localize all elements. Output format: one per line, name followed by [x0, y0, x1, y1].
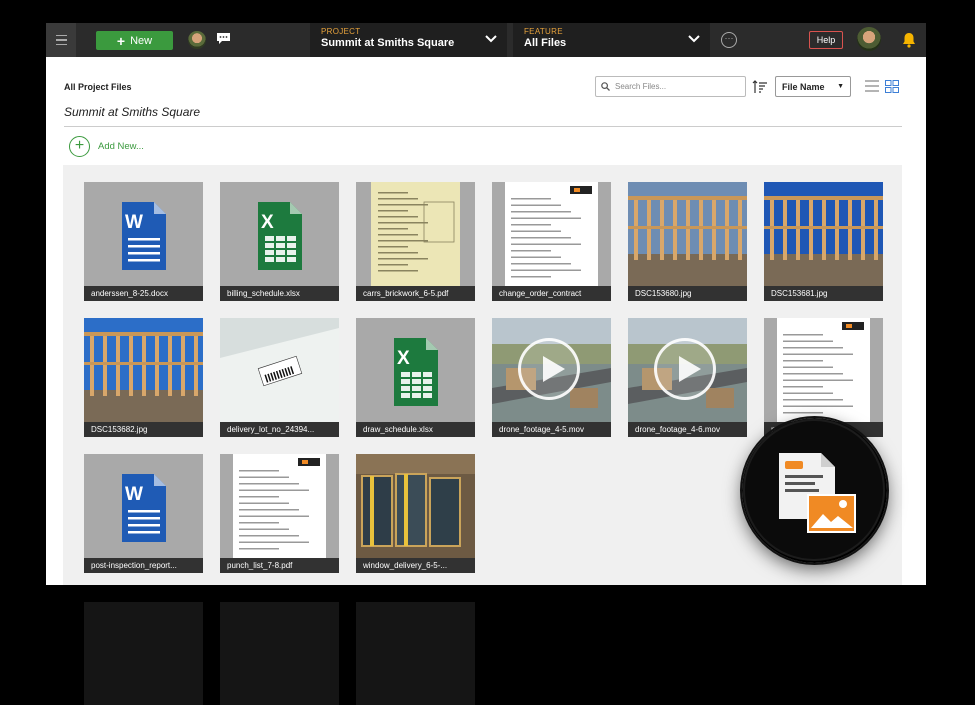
top-bar: + New PROJECT Summit at Smiths Square FE…: [46, 23, 926, 57]
file-name: drone_footage_4-6.mov: [628, 422, 747, 437]
file-name: post-inspection_report...: [84, 558, 203, 573]
list-view-icon[interactable]: [865, 80, 879, 92]
play-icon[interactable]: [518, 338, 580, 400]
reflection: [46, 590, 926, 705]
file-thumbnail: [764, 182, 883, 286]
project-selector-value: Summit at Smiths Square: [321, 37, 455, 49]
plus-circle-icon: +: [69, 135, 90, 157]
file-thumbnail: [220, 318, 339, 422]
feature-selector[interactable]: FEATURE All Files: [513, 23, 710, 57]
file-thumbnail: X: [220, 182, 339, 286]
file-tile[interactable]: window_delivery_6-5-...: [356, 454, 475, 573]
file-name: punch_list_7-8.pdf: [220, 558, 339, 573]
file-tile[interactable]: change_order_contract: [492, 182, 611, 301]
file-thumbnail: [220, 454, 339, 558]
search-input[interactable]: [615, 79, 743, 94]
file-tile[interactable]: DSC153681.jpg: [764, 182, 883, 301]
file-thumbnail: [356, 182, 475, 286]
reflection-tile: [84, 602, 203, 705]
file-name: DSC153681.jpg: [764, 286, 883, 301]
add-new-button[interactable]: + Add New...: [69, 135, 144, 157]
hamburger-icon[interactable]: [46, 23, 76, 57]
file-name: DSC153682.jpg: [84, 422, 203, 437]
document-image-icon: [742, 418, 887, 563]
chat-icon[interactable]: [216, 32, 231, 45]
project-selector[interactable]: PROJECT Summit at Smiths Square: [310, 23, 507, 57]
svg-text:X: X: [397, 348, 410, 369]
file-tile[interactable]: delivery_lot_no_24394...: [220, 318, 339, 437]
bell-icon[interactable]: [902, 32, 916, 48]
sort-icon[interactable]: [752, 79, 768, 95]
svg-text:X: X: [261, 212, 274, 233]
file-thumbnail: [492, 182, 611, 286]
file-thumbnail: [764, 318, 883, 422]
reflection-tile: [220, 602, 339, 705]
file-tile[interactable]: DSC153680.jpg: [628, 182, 747, 301]
search-icon: [601, 82, 610, 91]
file-thumbnail: [356, 454, 475, 558]
file-tile[interactable]: DSC153682.jpg: [84, 318, 203, 437]
chevron-down-icon: [485, 35, 497, 43]
grid-view-icon[interactable]: [885, 80, 899, 93]
file-thumbnail: W: [84, 454, 203, 558]
file-name: anderssen_8-25.docx: [84, 286, 203, 301]
feature-selector-label: FEATURE: [524, 27, 563, 36]
plus-icon: +: [116, 32, 126, 49]
breadcrumb: All Project Files: [64, 82, 132, 92]
file-name: window_delivery_6-5-...: [356, 558, 475, 573]
chevron-down-icon: [688, 35, 700, 43]
file-tile[interactable]: punch_list_7-8.pdf: [220, 454, 339, 573]
sort-select-value: File Name: [782, 82, 825, 92]
file-tile[interactable]: Xdraw_schedule.xlsx: [356, 318, 475, 437]
file-name: change_order_contract: [492, 286, 611, 301]
file-tile[interactable]: Wanderssen_8-25.docx: [84, 182, 203, 301]
file-thumbnail: W: [84, 182, 203, 286]
user-avatar[interactable]: [857, 27, 881, 51]
page-title: Summit at Smiths Square: [64, 105, 201, 119]
add-new-label: Add New...: [98, 140, 144, 152]
more-icon[interactable]: ···: [721, 32, 737, 48]
file-tile[interactable]: carrs_brickwork_6-5.pdf: [356, 182, 475, 301]
file-thumbnail: X: [356, 318, 475, 422]
file-name: DSC153680.jpg: [628, 286, 747, 301]
avatar[interactable]: [188, 31, 206, 49]
file-thumbnail: [84, 318, 203, 422]
feature-selector-value: All Files: [524, 37, 567, 49]
help-button[interactable]: Help: [809, 31, 843, 49]
file-thumbnail: [628, 182, 747, 286]
new-button[interactable]: + New: [96, 31, 173, 50]
chevron-down-icon: ▼: [837, 83, 844, 90]
file-tile[interactable]: drone_footage_4-6.mov: [628, 318, 747, 437]
file-name: draw_schedule.xlsx: [356, 422, 475, 437]
file-name: billing_schedule.xlsx: [220, 286, 339, 301]
file-tile[interactable]: Wpost-inspection_report...: [84, 454, 203, 573]
file-name: drone_footage_4-5.mov: [492, 422, 611, 437]
sort-select[interactable]: File Name ▼: [775, 76, 851, 97]
project-selector-label: PROJECT: [321, 27, 361, 36]
divider: [64, 126, 902, 127]
file-tile[interactable]: Xbilling_schedule.xlsx: [220, 182, 339, 301]
reflection-tile: [356, 602, 475, 705]
file-name: delivery_lot_no_24394...: [220, 422, 339, 437]
svg-text:W: W: [125, 212, 143, 233]
play-icon[interactable]: [654, 338, 716, 400]
file-tile[interactable]: drone_footage_4-5.mov: [492, 318, 611, 437]
search-box[interactable]: [595, 76, 746, 97]
file-name: carrs_brickwork_6-5.pdf: [356, 286, 475, 301]
new-button-label: New: [130, 34, 153, 47]
svg-text:W: W: [125, 484, 143, 505]
